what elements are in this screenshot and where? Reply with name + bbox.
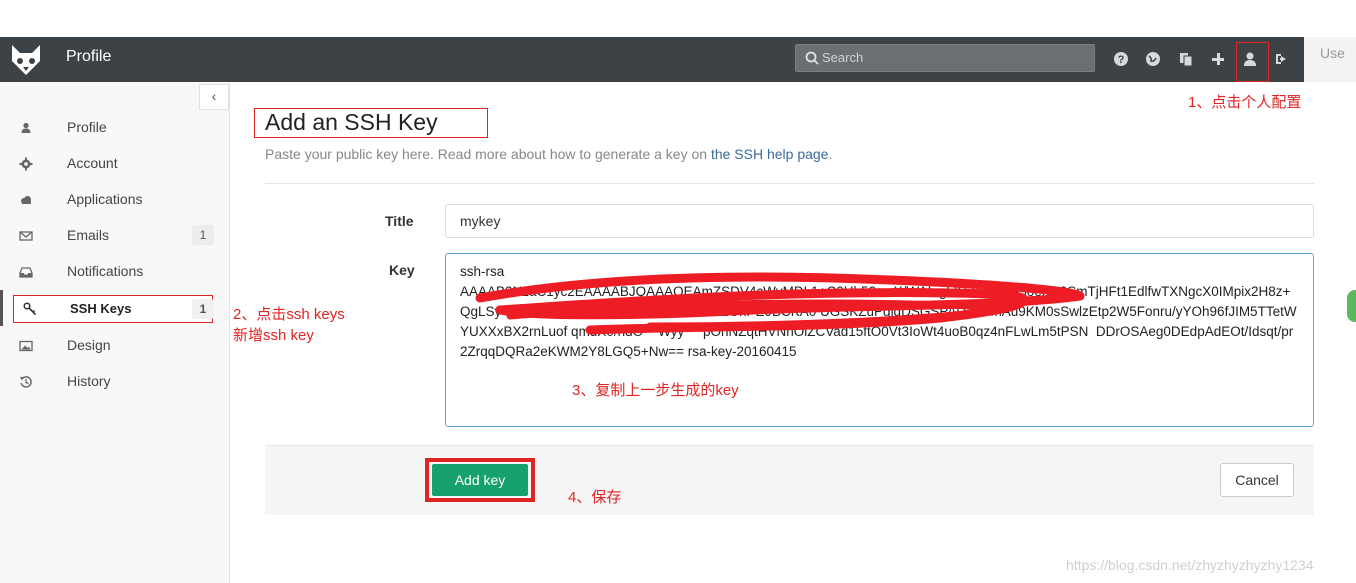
title-input[interactable]: mykey xyxy=(445,204,1314,238)
sidebar-item-account[interactable]: Account xyxy=(0,145,229,181)
cancel-button[interactable]: Cancel xyxy=(1220,463,1294,497)
image-icon xyxy=(19,339,33,353)
sidebar-item-label: Profile xyxy=(67,119,107,135)
search-icon xyxy=(805,51,819,65)
key-icon xyxy=(23,302,37,316)
copy-icon[interactable] xyxy=(1177,50,1195,68)
top-navbar: Profile Search ? xyxy=(0,37,1356,82)
cloud-icon xyxy=(19,193,33,207)
sidebar-item-profile[interactable]: Profile xyxy=(0,109,229,145)
sign-out-icon[interactable] xyxy=(1272,50,1290,68)
active-indicator xyxy=(0,290,3,326)
subtitle-end: . xyxy=(828,146,833,162)
sidebar-item-history[interactable]: History xyxy=(0,363,229,399)
sidebar-item-design[interactable]: Design xyxy=(0,327,229,363)
add-key-button[interactable]: Add key xyxy=(432,464,528,496)
history-icon xyxy=(19,375,33,389)
form-actions-bar xyxy=(265,445,1314,515)
key-textarea[interactable]: ssh-rsa AAAAB3NzaC1yc2EAAAABJQAAAQEAmZSD… xyxy=(445,253,1314,427)
gear-icon xyxy=(19,157,33,171)
sidebar-item-label: Notifications xyxy=(67,263,144,279)
ssh-help-link[interactable]: the SSH help page xyxy=(711,146,829,162)
annotation-step-3: 3、复制上一步生成的key xyxy=(572,382,739,399)
annotation-step-4: 4、保存 xyxy=(568,489,622,506)
page-title: Profile xyxy=(66,48,112,65)
annotation-step-1: 1、点击个人配置 xyxy=(1188,94,1302,111)
annotation-step-2: 2、点击ssh keys xyxy=(233,306,345,323)
user-icon xyxy=(19,121,33,135)
ssh-key-count-badge: 1 xyxy=(192,299,214,319)
watermark-text: https://blog.csdn.net/zhyzhyzhyzhy1234 xyxy=(1066,557,1314,573)
gogs-logo-icon[interactable] xyxy=(6,41,46,79)
sidebar-item-label: Account xyxy=(67,155,118,171)
title-label: Title xyxy=(385,213,414,229)
sidebar-item-label: SSH Keys xyxy=(70,301,132,316)
email-count-badge: 1 xyxy=(192,225,214,245)
globe-icon[interactable] xyxy=(1144,50,1162,68)
page-heading: Add an SSH Key xyxy=(254,108,488,138)
inbox-icon xyxy=(19,265,33,279)
search-input[interactable]: Search xyxy=(795,44,1095,72)
broken-avatar-image[interactable]: Use xyxy=(1304,37,1356,82)
sidebar-item-label: Emails xyxy=(67,227,110,243)
key-label: Key xyxy=(389,262,415,278)
svg-text:?: ? xyxy=(1118,54,1125,66)
sidebar-item-label: Applications xyxy=(67,191,143,207)
envelope-icon xyxy=(19,229,33,243)
help-icon[interactable]: ? xyxy=(1112,50,1130,68)
annotation-step-2-sub: 新增ssh key xyxy=(233,327,314,344)
top-blank-strip xyxy=(0,0,1356,37)
sidebar-item-label: Design xyxy=(67,337,111,353)
collapse-sidebar-button[interactable]: ‹ xyxy=(199,84,229,110)
page-subtitle: Paste your public key here. Read more ab… xyxy=(265,146,832,162)
sidebar-item-ssh-keys[interactable]: SSH Keys 1 xyxy=(13,295,214,323)
sidebar-item-emails[interactable]: Emails 1 xyxy=(0,217,229,253)
search-placeholder: Search xyxy=(822,50,864,65)
sidebar-item-notifications[interactable]: Notifications xyxy=(0,253,229,289)
settings-sidebar: ‹ Profile Account Applications Emails 1 … xyxy=(0,82,230,583)
plus-icon[interactable] xyxy=(1209,50,1227,68)
side-edge-tab[interactable] xyxy=(1347,290,1356,322)
user-icon-highlight xyxy=(1236,42,1269,82)
sidebar-item-label: History xyxy=(67,373,111,389)
sidebar-item-applications[interactable]: Applications xyxy=(0,181,229,217)
divider xyxy=(265,183,1314,184)
subtitle-text: Paste your public key here. Read more ab… xyxy=(265,146,711,162)
